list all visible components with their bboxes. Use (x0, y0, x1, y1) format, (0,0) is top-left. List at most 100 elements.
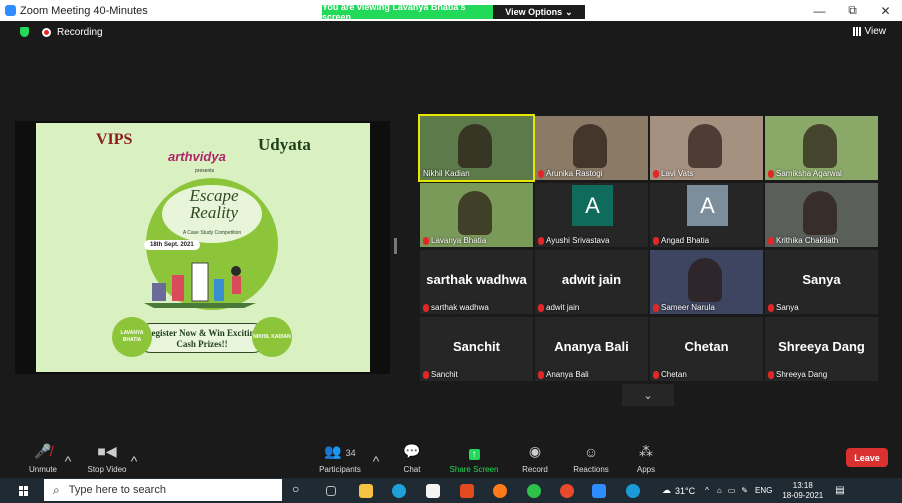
muted-mic-icon (768, 370, 774, 379)
video-options-button[interactable]: ^ (128, 439, 140, 478)
firefox-icon[interactable] (493, 484, 507, 498)
participant-name: Nikhil Kadian (423, 169, 470, 178)
cortana-icon[interactable]: ○ (292, 482, 306, 496)
minimize-button[interactable]: — (803, 0, 836, 21)
share-screen-icon: ↑ (468, 449, 480, 460)
leave-button[interactable]: Leave (846, 448, 888, 467)
muted-mic-icon (653, 236, 659, 245)
shared-poster: VIPS arthvidya Udyata presents Escape Re… (36, 123, 370, 372)
participant-tile[interactable]: Krithika Chakilath (765, 183, 878, 247)
task-view-icon[interactable] (326, 486, 336, 496)
muted-mic-icon (538, 236, 544, 245)
unmute-button[interactable]: 🎤̸ Unmute (26, 439, 60, 478)
participant-name-label: sarthak wadhwa (423, 303, 489, 312)
notification-icon[interactable]: ▤ (835, 485, 844, 496)
participant-video (573, 124, 607, 168)
poster-right-badge: NIKHIL KADIAN (252, 317, 292, 357)
muted-mic-icon: 🎤̸ (34, 443, 52, 459)
temperature: 31°C (675, 485, 696, 496)
muted-mic-icon (423, 370, 429, 379)
participant-tile[interactable]: Shreeya Dang Shreeya Dang (765, 317, 878, 381)
close-button[interactable]: ✕ (869, 0, 902, 21)
participant-name: Angad Bhatia (661, 236, 710, 245)
view-button[interactable]: View (852, 26, 886, 37)
office-icon[interactable] (460, 484, 474, 498)
reactions-button[interactable]: ☺ Reactions (571, 439, 611, 478)
participant-name-label: Angad Bhatia (653, 236, 709, 245)
view-options-button[interactable]: View Options ⌄ (493, 5, 585, 19)
audio-options-button[interactable]: ^ (62, 439, 74, 478)
chevron-up-icon[interactable]: ^ (705, 486, 709, 495)
gallery-next-page-button[interactable]: ⌄ (622, 384, 674, 406)
taskbar-search-input[interactable]: ⌕ Type here to search (44, 479, 282, 501)
browser-icon[interactable] (560, 484, 574, 498)
participant-tile[interactable]: Arunika Rastogi (535, 116, 648, 180)
file-explorer-icon[interactable] (359, 484, 373, 498)
store-icon[interactable] (426, 484, 440, 498)
windows-start-icon[interactable] (19, 485, 29, 496)
muted-mic-icon (423, 303, 429, 312)
share-screen-button[interactable]: ↑ Share Screen (448, 439, 500, 478)
participant-tile[interactable]: Sameer Narula (650, 250, 763, 314)
participant-tile[interactable]: Nikhil Kadian (418, 114, 535, 182)
participant-tile[interactable]: Lavanya Bhatia (420, 183, 533, 247)
participant-avatar: A (687, 185, 728, 226)
video-camera-icon: ■◀ (97, 443, 117, 459)
participant-tile[interactable]: sarthak wadhwa sarthak wadhwa (420, 250, 533, 314)
participant-display-name: Sanya (802, 272, 841, 287)
participant-video (688, 124, 722, 168)
participant-name-label: Chetan (653, 370, 687, 379)
participant-tile[interactable]: Chetan Chetan (650, 317, 763, 381)
muted-mic-icon (653, 169, 659, 178)
participant-name: Arunika Rastogi (546, 169, 603, 178)
participants-options-button[interactable]: ^ (370, 439, 382, 478)
poster-left-badge: LAVANYA BHATIA (112, 317, 152, 357)
share-screen-label: Share Screen (449, 465, 499, 474)
zoom-taskbar-icon[interactable] (592, 484, 606, 498)
search-icon: ⌕ (53, 482, 60, 497)
participant-tile[interactable]: Ananya Bali Ananya Bali (535, 317, 648, 381)
muted-mic-icon (423, 236, 429, 245)
maximize-button[interactable]: ⧉ (836, 0, 869, 21)
participant-name: Ananya Bali (546, 370, 589, 379)
participants-button[interactable]: 👥 34 Participants (316, 439, 364, 478)
participant-name: Samiksha Agarwal (776, 169, 842, 178)
participant-video (458, 124, 492, 168)
splitter-handle[interactable] (394, 238, 397, 254)
participant-tile[interactable]: A Ayushi Srivastava (535, 183, 648, 247)
record-button[interactable]: ◉ Record (520, 439, 550, 478)
window-controls: — ⧉ ✕ (803, 0, 902, 21)
whatsapp-icon[interactable] (527, 484, 541, 498)
participant-name: Ayushi Srivastava (546, 236, 610, 245)
stop-video-button[interactable]: ■◀ Stop Video (84, 439, 130, 478)
participant-tile[interactable]: A Angad Bhatia (650, 183, 763, 247)
window-title: Zoom Meeting 40-Minutes (20, 4, 148, 17)
chat-button[interactable]: 💬 Chat (400, 439, 424, 478)
chrome-icon[interactable] (626, 484, 640, 498)
participant-tile[interactable]: Sanya Sanya (765, 250, 878, 314)
chevron-up-icon: ^ (130, 453, 138, 469)
shield-icon[interactable] (20, 27, 29, 37)
clock[interactable]: 13:18 18-09-2021 (782, 481, 823, 501)
battery-icon[interactable]: ▭ (728, 486, 736, 495)
participant-tile[interactable]: Samiksha Agarwal (765, 116, 878, 180)
edge-browser-icon[interactable] (392, 484, 406, 498)
participant-name: Sanchit (431, 370, 458, 379)
participants-label: Participants (319, 465, 361, 474)
language-indicator[interactable]: ENG (755, 486, 772, 495)
participant-name: adwit jain (546, 303, 580, 312)
participant-name-label: adwit jain (538, 303, 579, 312)
muted-mic-icon (653, 303, 659, 312)
zoom-logo-icon (5, 5, 16, 16)
participant-tile[interactable]: Lavi Vats (650, 116, 763, 180)
participant-display-name: Ananya Bali (554, 339, 629, 354)
participant-name: Krithika Chakilath (776, 236, 839, 245)
clock-date: 18-09-2021 (782, 490, 824, 500)
apps-button[interactable]: ⁂ Apps (634, 439, 658, 478)
muted-mic-icon (768, 303, 774, 312)
participant-tile[interactable]: adwit jain adwit jain (535, 250, 648, 314)
participant-tile[interactable]: Sanchit Sanchit (420, 317, 533, 381)
pen-icon[interactable]: ✎ (741, 486, 748, 495)
participant-name-label: Ananya Bali (538, 370, 589, 379)
network-icon[interactable]: ⌂ (717, 486, 722, 495)
